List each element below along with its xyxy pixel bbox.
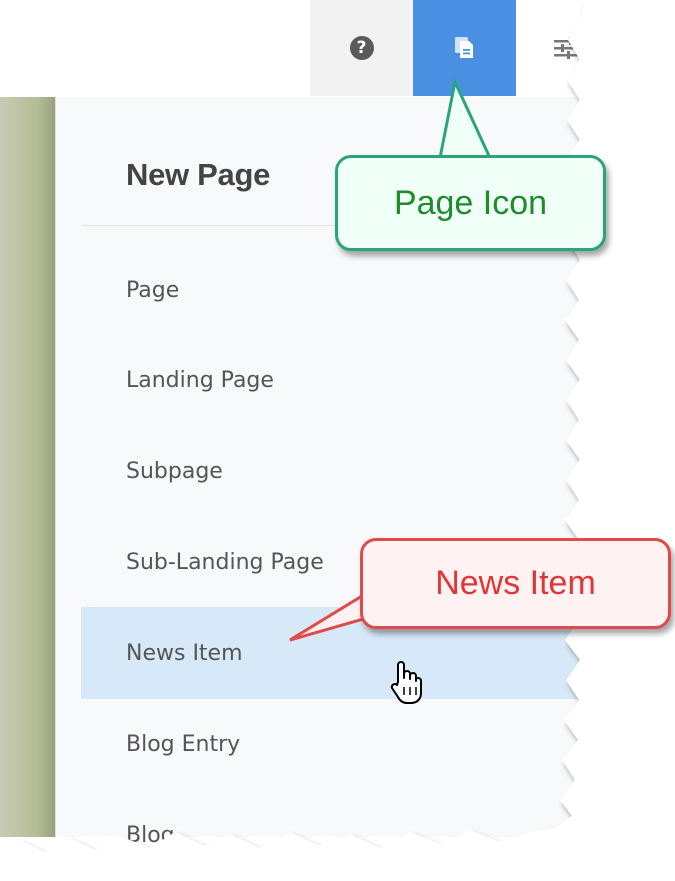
callout-label: Page Icon: [393, 183, 548, 222]
callout-label: News Item: [435, 564, 596, 602]
page-icon-callout: Page Icon: [335, 155, 606, 251]
news-item-callout: News Item: [360, 538, 671, 629]
callout-pointer: [289, 77, 493, 642]
hand-cursor-icon: [390, 661, 422, 704]
